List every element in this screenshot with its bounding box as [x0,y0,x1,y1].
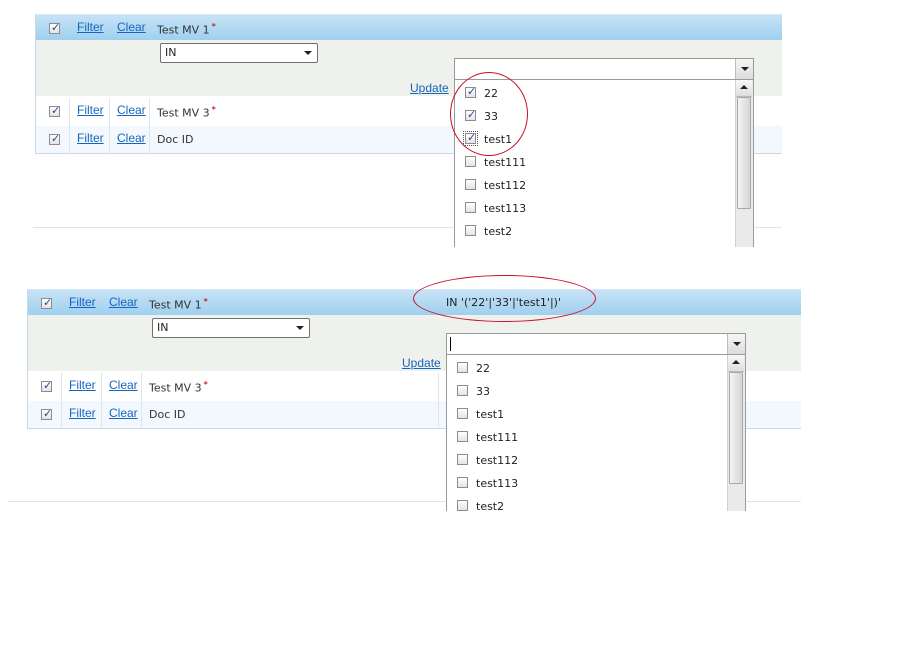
item-label: test113 [484,202,527,215]
operator-value: IN [165,46,177,59]
item-checkbox[interactable] [465,225,476,236]
operator-value: IN [157,321,169,334]
checkmark-icon: ✓ [51,21,61,34]
clear-link[interactable]: Clear [117,103,146,117]
required-mark: * [211,22,216,31]
item-checkbox[interactable] [457,454,468,465]
item-checkbox[interactable] [457,385,468,396]
checkmark-icon: ✓ [51,104,61,117]
annotation-ellipse [413,275,596,322]
item-checkbox[interactable] [457,408,468,419]
item-checkbox[interactable] [465,202,476,213]
scroll-up-icon[interactable] [728,355,744,372]
combo-dropdown-button[interactable] [735,59,753,79]
checkmark-icon: ✓ [43,379,53,392]
chevron-down-icon [304,51,312,55]
dropdown-scrollbar[interactable] [727,355,745,511]
field-label: Doc ID [149,408,186,421]
row-checkbox[interactable]: ✓ [49,132,61,145]
annotation-circle [450,72,528,156]
checkmark-icon: ✓ [43,407,53,420]
required-mark: * [203,380,208,389]
item-checkbox[interactable] [457,431,468,442]
clear-link[interactable]: Clear [109,406,138,420]
row-checkbox[interactable]: ✓ [49,104,61,117]
item-checkbox[interactable] [457,362,468,373]
item-label: test2 [476,500,505,511]
item-label: test112 [484,179,527,192]
filter-link[interactable]: Filter [69,406,96,420]
clear-link[interactable]: Clear [109,295,138,309]
field-label: Doc ID [157,133,194,146]
filter-link[interactable]: Filter [77,131,104,145]
dropdown-scrollbar[interactable] [735,80,753,247]
item-label: 33 [476,385,490,398]
value-combobox[interactable] [446,333,746,355]
scroll-up-icon[interactable] [736,80,752,97]
scroll-thumb[interactable] [737,97,751,209]
item-label: 22 [476,362,490,375]
filter-link[interactable]: Filter [69,295,96,309]
item-checkbox[interactable] [465,156,476,167]
filter-link[interactable]: Filter [77,103,104,117]
item-checkbox[interactable] [457,500,468,511]
operator-select[interactable]: IN [160,43,318,63]
checkmark-icon: ✓ [51,132,61,145]
item-label: test111 [484,156,527,169]
checkmark-icon: ✓ [43,296,53,309]
update-link[interactable]: Update [410,81,449,95]
row-checkbox[interactable]: ✓ [49,21,61,34]
value-dropdown-list: 22 33 test1 test111 test112 test113 test… [446,355,746,511]
update-link[interactable]: Update [402,356,441,370]
field-label: Test MV 1 * [149,297,208,312]
item-label: test112 [476,454,519,467]
item-checkbox[interactable] [457,477,468,488]
filter-link[interactable]: Filter [77,20,104,34]
operator-select[interactable]: IN [152,318,310,338]
chevron-down-icon [741,67,749,71]
chevron-down-icon [733,342,741,346]
item-checkbox[interactable] [465,179,476,190]
scroll-thumb[interactable] [729,372,743,484]
item-label: test111 [476,431,519,444]
item-label: test1 [476,408,505,421]
chevron-down-icon [296,326,304,330]
item-label: test2 [484,225,513,238]
field-label: Test MV 3 * [157,105,216,120]
clear-link[interactable]: Clear [109,378,138,392]
clear-link[interactable]: Clear [117,20,146,34]
text-caret [450,337,451,351]
filter-link[interactable]: Filter [69,378,96,392]
combo-dropdown-button[interactable] [727,334,745,354]
clear-link[interactable]: Clear [117,131,146,145]
field-label: Test MV 1 * [157,22,216,37]
required-mark: * [203,297,208,306]
required-mark: * [211,105,216,114]
row-checkbox[interactable]: ✓ [41,296,53,309]
field-label: Test MV 3 * [149,380,208,395]
item-label: test113 [476,477,519,490]
header-row-test-mv1: ✓ Filter Clear Test MV 1 * [35,14,782,40]
row-checkbox[interactable]: ✓ [41,407,53,420]
row-checkbox[interactable]: ✓ [41,379,53,392]
